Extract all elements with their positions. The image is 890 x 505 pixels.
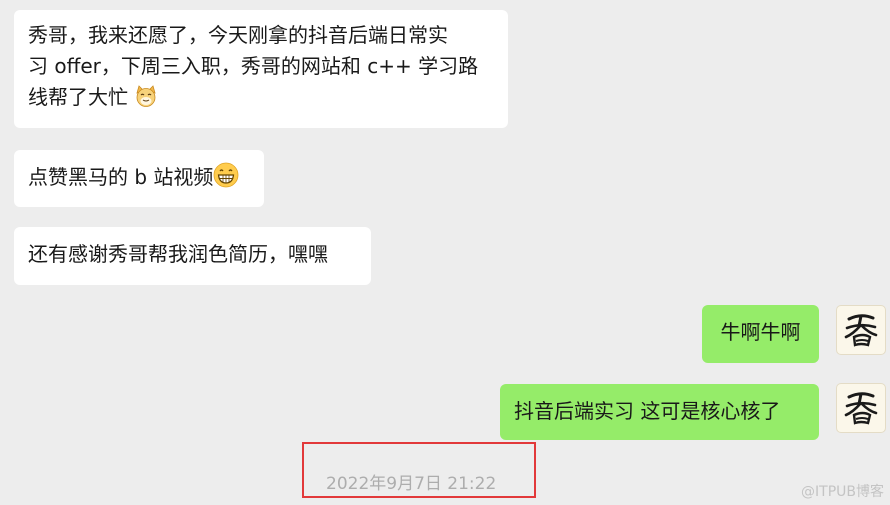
incoming-message-1[interactable]: 秀哥，我来还愿了，今天刚拿的抖音后端日常实 习 offer，下周三入职，秀哥的网…: [14, 10, 508, 128]
message-text: 还有感谢秀哥帮我润色简历，嘿嘿: [28, 242, 328, 266]
message-text-line: 习 offer，下周三入职，秀哥的网站和 c++ 学习路: [28, 54, 479, 78]
message-text-line: 秀哥，我来还愿了，今天刚拿的抖音后端日常实: [28, 23, 448, 47]
message-text: 牛啊牛啊: [720, 320, 801, 344]
watermark: @ITPUB博客: [801, 484, 884, 500]
incoming-message-3[interactable]: 还有感谢秀哥帮我润色简历，嘿嘿: [14, 227, 371, 285]
calligraphy-logo-icon: [844, 314, 878, 347]
outgoing-message-1[interactable]: 牛啊牛啊: [702, 305, 819, 363]
cat-face-emoji: [134, 84, 158, 117]
incoming-message-2[interactable]: 点赞黑马的 b 站视频: [14, 150, 264, 207]
message-text-line: 线帮了大忙: [28, 85, 128, 109]
timestamp: 2022年9月7日 21:22: [326, 474, 497, 494]
outgoing-message-2[interactable]: 抖音后端实习 这可是核心核了: [500, 384, 819, 440]
message-text: 点赞黑马的 b 站视频: [28, 165, 214, 189]
calligraphy-logo-icon: [844, 392, 878, 425]
message-text: 抖音后端实习 这可是核心核了: [514, 399, 781, 423]
avatar[interactable]: [836, 305, 886, 355]
grinning-face-emoji: [213, 162, 239, 197]
avatar[interactable]: [836, 383, 886, 433]
